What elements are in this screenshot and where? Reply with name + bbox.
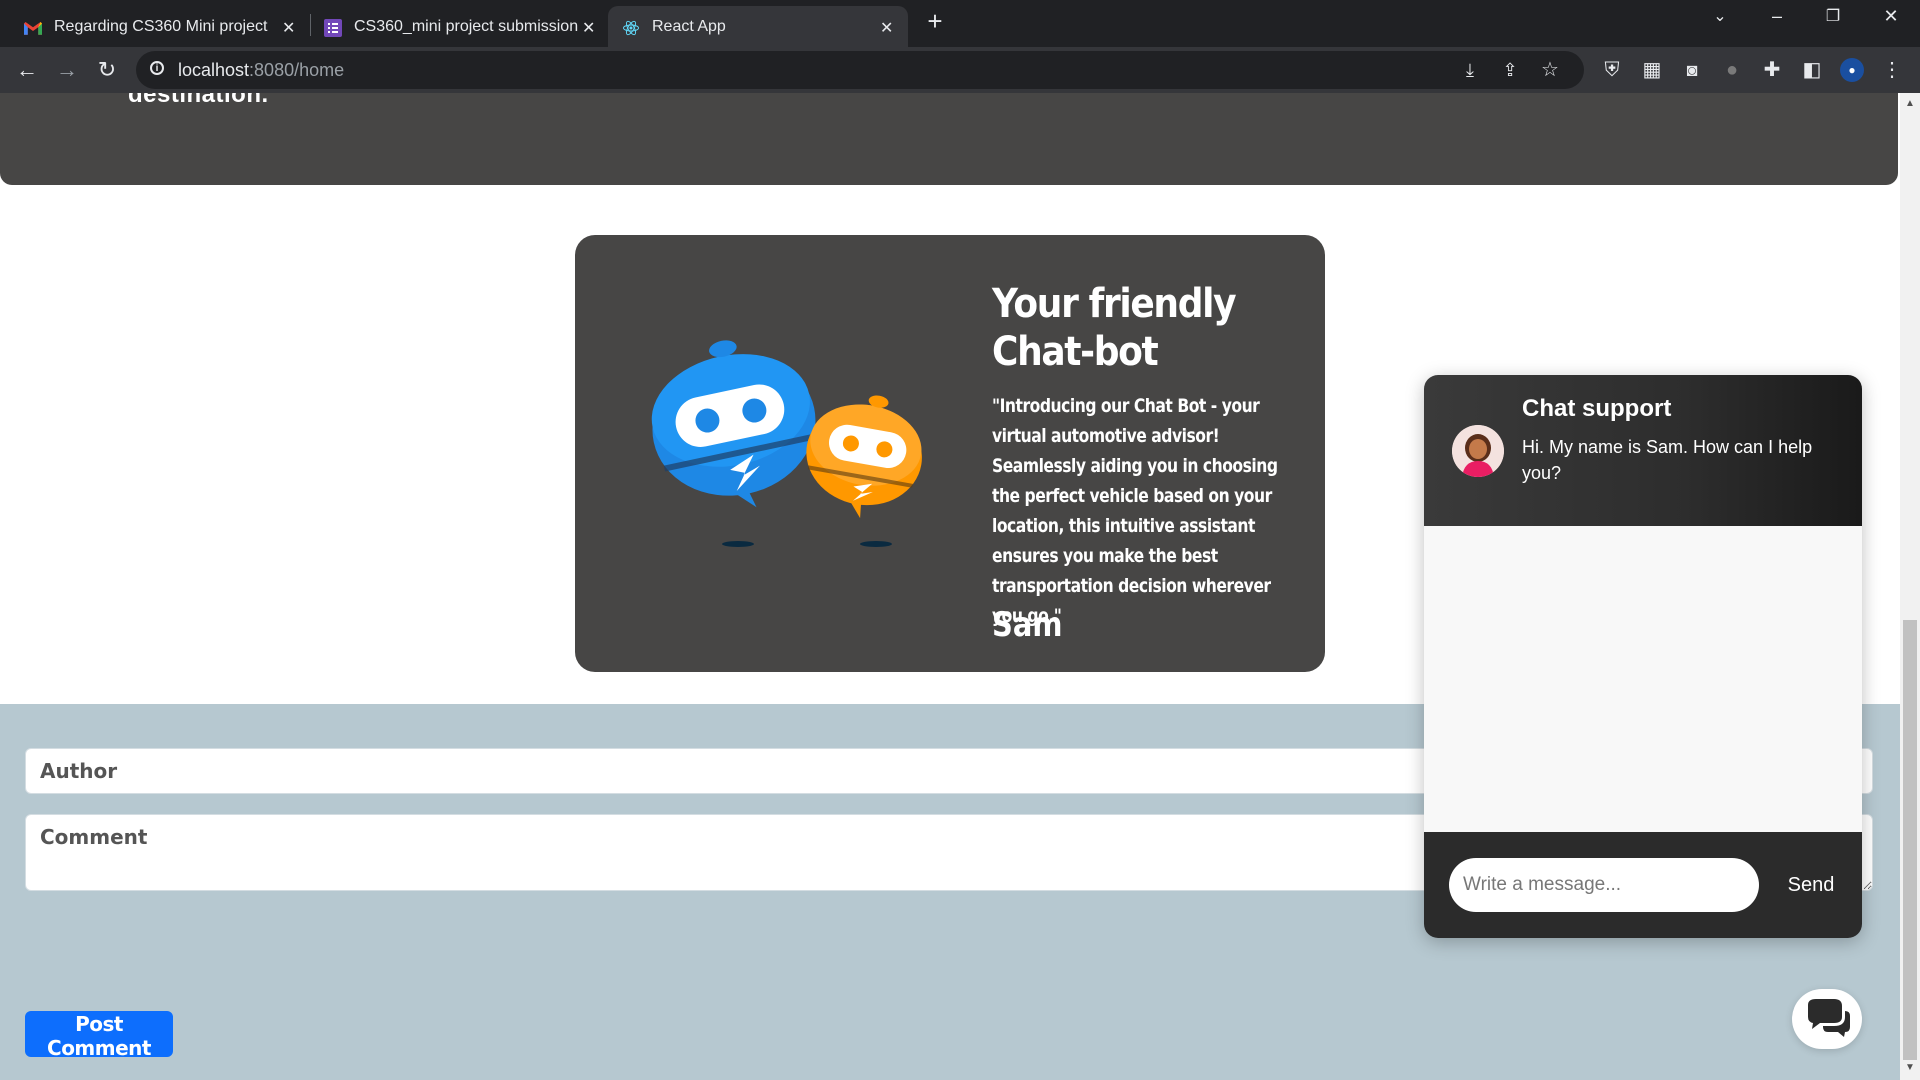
shield-extension-icon[interactable]: ⛨ — [1600, 58, 1624, 82]
profile-avatar[interactable]: ● — [1840, 58, 1864, 82]
restore-icon[interactable]: ❐ — [1818, 6, 1848, 26]
tab-title: Regarding CS360 Mini project - — [54, 18, 269, 35]
hero-text-partial: destination. — [128, 93, 269, 108]
new-tab-button[interactable]: + — [922, 6, 948, 36]
chat-greeting: Hi. My name is Sam. How can I help you? — [1522, 437, 1813, 483]
chatbot-name: Sam — [992, 605, 1063, 645]
react-icon — [623, 20, 639, 36]
chat-send-button[interactable]: Send — [1776, 858, 1846, 912]
share-icon[interactable]: ⇪ — [1498, 58, 1522, 82]
tab-react-app[interactable]: React App ✕ — [608, 6, 908, 47]
chatbot-illustration — [651, 340, 922, 547]
scroll-down-arrow-icon[interactable]: ▼ — [1905, 1062, 1915, 1073]
camera-extension-icon[interactable]: ◙ — [1680, 58, 1704, 82]
chat-title: Chat support — [1522, 395, 1672, 422]
chatbot-description: "Introducing our Chat Bot - your virtual… — [992, 395, 1278, 627]
forward-icon[interactable]: → — [52, 55, 82, 85]
browser-toolbar: ← → ↻ i localhost:8080/home ⤓ ⇪ ☆ ⛨ ▦ ◙ … — [0, 47, 1920, 93]
reload-icon[interactable]: ↻ — [92, 55, 122, 85]
forms-icon — [324, 19, 342, 37]
site-info-icon[interactable]: i — [150, 61, 164, 75]
chat-header: Chat support Hi. My name is Sam. How can… — [1424, 375, 1862, 526]
chatbot-heading: Your friendly Chat-bot — [992, 281, 1237, 375]
tab-title: CS360_mini project submission — [354, 18, 579, 35]
chatbot-card: Your friendly Chat-bot "Introducing our … — [575, 235, 1325, 672]
chat-launcher-button[interactable] — [1792, 989, 1862, 1049]
scrollbar-thumb[interactable] — [1903, 620, 1917, 1060]
chat-support-widget: Chat support Hi. My name is Sam. How can… — [1424, 375, 1862, 938]
chat-footer: Send — [1424, 832, 1862, 938]
extensions-puzzle-icon[interactable]: ✚ — [1760, 58, 1784, 82]
tab-title: React App — [652, 18, 726, 35]
close-icon[interactable]: ✕ — [880, 18, 893, 38]
close-icon[interactable]: ✕ — [282, 18, 295, 38]
close-window-icon[interactable]: ✕ — [1876, 6, 1906, 27]
tab-forms[interactable]: CS360_mini project submission ✕ — [310, 6, 608, 47]
minimize-icon[interactable]: – — [1762, 6, 1792, 27]
url-text: localhost:8080/home — [178, 60, 345, 80]
agent-avatar — [1452, 425, 1504, 477]
mouse-extension-icon[interactable]: ● — [1720, 58, 1744, 82]
side-panel-icon[interactable]: ◧ — [1800, 58, 1824, 82]
bookmark-star-icon[interactable]: ☆ — [1538, 58, 1562, 82]
menu-kebab-icon[interactable]: ⋮ — [1880, 58, 1904, 82]
calendar-extension-icon[interactable]: ▦ — [1640, 58, 1664, 82]
address-bar[interactable]: i localhost:8080/home ⤓ ⇪ ☆ — [136, 51, 1584, 89]
chat-message-input[interactable] — [1449, 858, 1759, 912]
tab-search-icon[interactable]: ⌄ — [1705, 6, 1735, 26]
post-comment-button[interactable]: Post Comment — [25, 1011, 173, 1060]
browser-tab-bar: Regarding CS360 Mini project - ✕ CS360_m… — [0, 0, 1920, 47]
scroll-up-arrow-icon[interactable]: ▲ — [1905, 98, 1915, 109]
install-icon[interactable]: ⤓ — [1458, 58, 1482, 82]
chat-bubbles-icon — [1808, 999, 1850, 1037]
gmail-icon — [24, 22, 42, 35]
tab-gmail[interactable]: Regarding CS360 Mini project - ✕ — [0, 6, 310, 47]
hero-banner: destination. — [0, 93, 1898, 185]
chat-messages-area — [1424, 526, 1862, 832]
back-icon[interactable]: ← — [12, 55, 42, 85]
person-icon — [1452, 425, 1504, 477]
close-icon[interactable]: ✕ — [582, 18, 595, 38]
